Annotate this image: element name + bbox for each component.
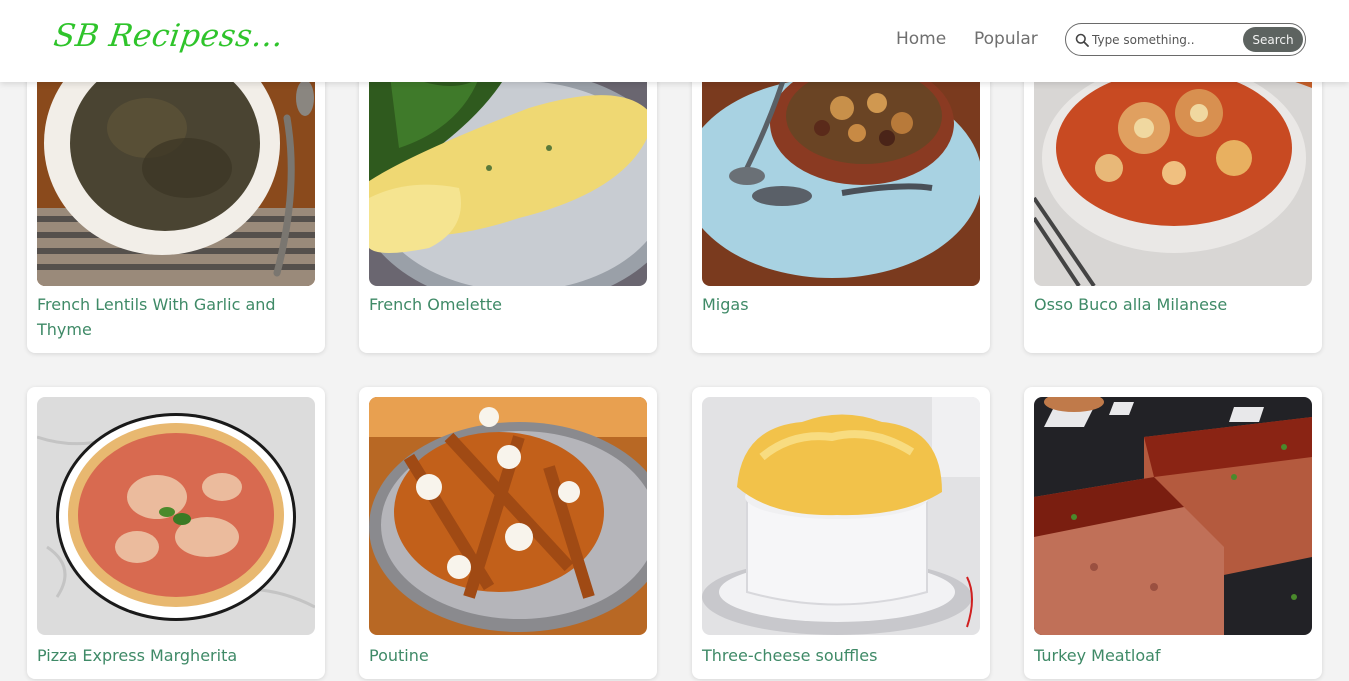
- recipe-card[interactable]: French Omelette: [359, 48, 657, 353]
- navbar: SB Recipess... Home Popular Search: [0, 0, 1349, 82]
- search-form: Search: [1065, 23, 1306, 56]
- recipe-title[interactable]: French Omelette: [369, 292, 639, 317]
- pizza-dish-image[interactable]: [37, 397, 315, 635]
- osso-buco-dish-image[interactable]: [1034, 48, 1312, 286]
- nav-link-home[interactable]: Home: [896, 29, 946, 49]
- recipe-title[interactable]: Migas: [702, 292, 972, 317]
- recipe-title[interactable]: French Lentils With Garlic and Thyme: [37, 292, 307, 342]
- recipe-card[interactable]: Migas: [692, 48, 990, 353]
- recipe-card[interactable]: Turkey Meatloaf: [1024, 387, 1322, 679]
- recipe-card[interactable]: Three-cheese souffles: [692, 387, 990, 679]
- recipe-card[interactable]: Pizza Express Margherita: [27, 387, 325, 679]
- migas-dish-image[interactable]: [702, 48, 980, 286]
- search-icon: [1075, 33, 1089, 47]
- recipe-card[interactable]: Poutine: [359, 387, 657, 679]
- recipe-title[interactable]: Pizza Express Margherita: [37, 643, 307, 668]
- recipe-title[interactable]: Turkey Meatloaf: [1034, 643, 1304, 668]
- recipe-title[interactable]: Three-cheese souffles: [702, 643, 972, 668]
- recipe-title[interactable]: Osso Buco alla Milanese: [1034, 292, 1304, 317]
- search-button[interactable]: Search: [1243, 27, 1303, 52]
- recipe-card[interactable]: Osso Buco alla Milanese: [1024, 48, 1322, 353]
- souffle-dish-image[interactable]: [702, 397, 980, 635]
- poutine-dish-image[interactable]: [369, 397, 647, 635]
- site-logo[interactable]: SB Recipess...: [51, 18, 285, 54]
- omelette-dish-image[interactable]: [369, 48, 647, 286]
- search-input[interactable]: [1092, 30, 1242, 50]
- recipe-card[interactable]: French Lentils With Garlic and Thyme: [27, 48, 325, 353]
- lentils-dish-image[interactable]: [37, 48, 315, 286]
- nav-link-popular[interactable]: Popular: [974, 29, 1038, 49]
- recipe-title[interactable]: Poutine: [369, 643, 639, 668]
- meatloaf-dish-image[interactable]: [1034, 397, 1312, 635]
